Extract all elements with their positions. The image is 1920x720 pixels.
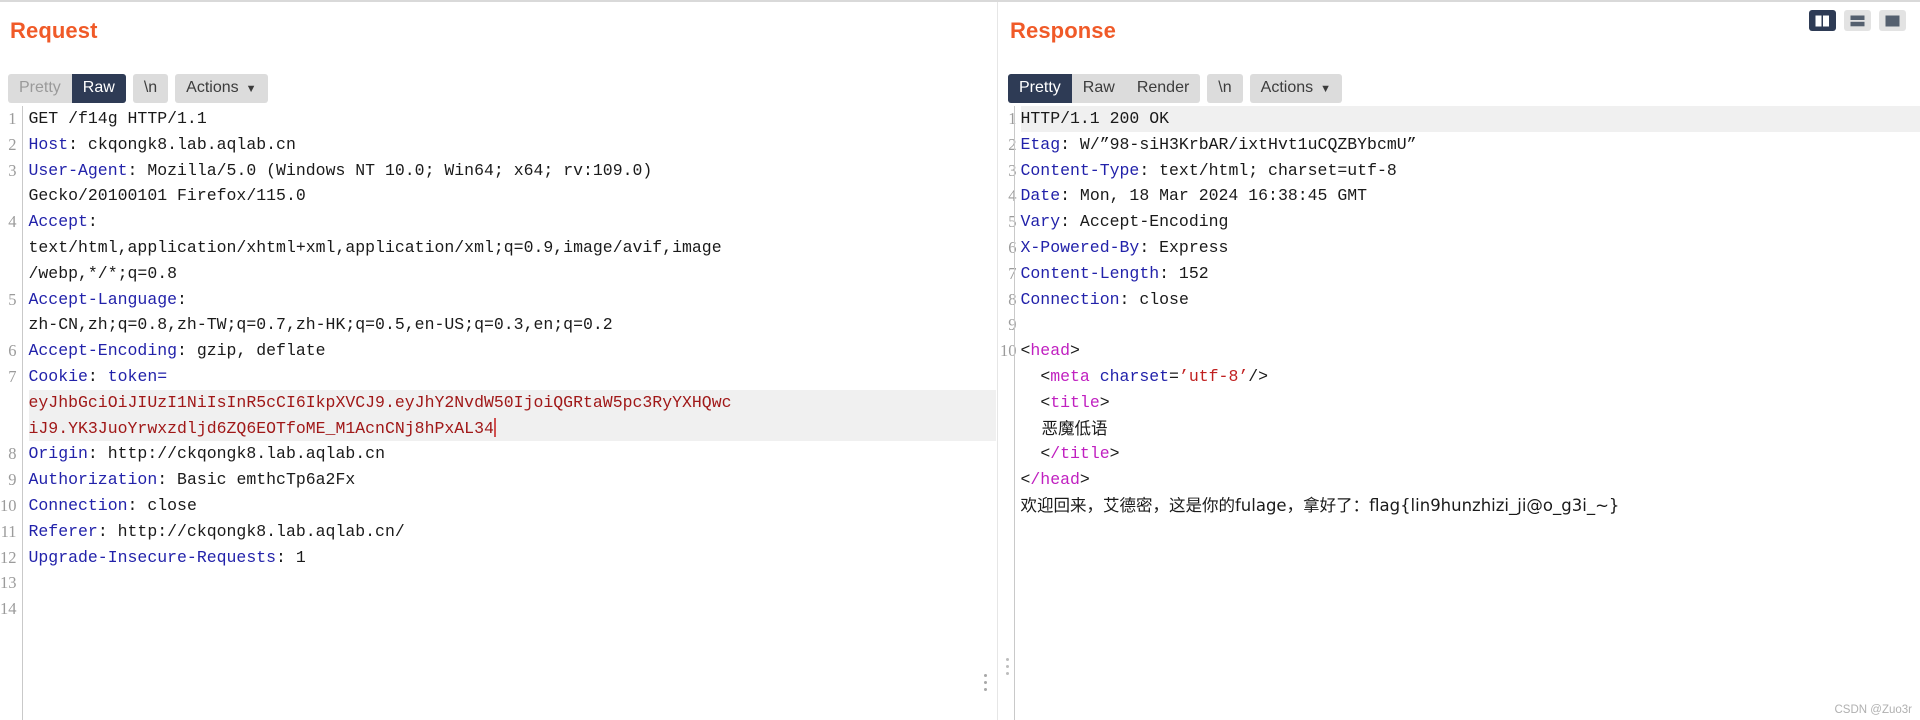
code-line: </title>	[1040, 444, 1120, 464]
line-number	[0, 416, 17, 442]
request-newline-button[interactable]: \n	[132, 74, 169, 103]
response-newline-button[interactable]: \n	[1207, 74, 1243, 103]
line-number	[0, 235, 17, 261]
line-number: 6	[8, 341, 17, 361]
code-line: Authorization: Basic emthcTp6a2Fx	[28, 470, 356, 490]
request-title: Request	[10, 18, 98, 43]
response-tab-pretty[interactable]: Pretty	[1008, 74, 1072, 103]
code-line: <head>	[1020, 341, 1080, 361]
response-newline-label: \n	[1218, 79, 1232, 96]
response-toolbar: Pretty Raw Render \n Actions ▼	[1008, 74, 1342, 103]
code-line: Connection: close	[28, 495, 197, 515]
chevron-down-icon: ▼	[245, 82, 257, 95]
code-line: </head>	[1020, 470, 1090, 490]
response-actions-button[interactable]: Actions ▼	[1249, 74, 1342, 103]
code-line: Referer: http://ckqongk8.lab.aqlab.cn/	[28, 521, 405, 541]
code-line: <title>	[1040, 392, 1110, 412]
line-number: 5	[8, 289, 17, 309]
response-actions-label: Actions	[1260, 79, 1314, 96]
request-editor[interactable]: 1 2 3 4 5 6 7 8 9 10 11 12 13 14 GET /f14g HTTP/1.1 Ho…	[0, 106, 999, 720]
code-line: Host: ckqongk8.lab.aqlab.cn	[28, 134, 296, 154]
line-number: 2	[8, 134, 17, 154]
chevron-down-icon: ▼	[1320, 82, 1331, 95]
request-tab-pretty[interactable]: Pretty	[8, 74, 72, 103]
response-view-mode-group: Pretty Raw Render	[1008, 74, 1201, 103]
line-number: 8	[8, 444, 17, 464]
code-line: Accept:	[28, 212, 98, 232]
code-line: Accept-Encoding: gzip, deflate	[28, 341, 326, 361]
line-number	[0, 183, 17, 209]
line-number: 7	[8, 366, 17, 386]
line-number: 4	[8, 212, 17, 232]
line-number	[0, 312, 17, 338]
code-line: Origin: http://ckqongk8.lab.aqlab.cn	[28, 444, 385, 464]
request-actions-button[interactable]: Actions ▼	[175, 74, 268, 103]
code-line: Content-Type: text/html; charset=utf-8	[1020, 160, 1397, 180]
burp-message-editor: Request Pretty Raw \n Actions ▼ 12345678…	[0, 0, 1920, 720]
code-line: text/html,application/xhtml+xml,applicat…	[28, 237, 722, 257]
line-number	[0, 261, 17, 287]
response-title: Response	[1010, 18, 1116, 43]
response-resize-grip[interactable]	[1006, 658, 1010, 675]
code-line: /webp,*/*;q=0.8	[28, 263, 178, 283]
request-actions-label: Actions	[186, 79, 239, 96]
request-pane: Request Pretty Raw \n Actions ▼ 12345678…	[0, 2, 999, 720]
watermark: CSDN @Zuo3r	[1834, 704, 1913, 716]
line-number: 12	[0, 547, 17, 567]
response-tab-render[interactable]: Render	[1126, 74, 1200, 103]
code-line: 欢迎回来，艾德密，这是你的fulage，拿好了：flag{lin9hunzhiz…	[1020, 495, 1620, 515]
code-line: <meta charset=’utf-8’/>	[1040, 366, 1269, 386]
code-line: X-Powered-By: Express	[1020, 237, 1229, 257]
code-line: Upgrade-Insecure-Requests: 1	[28, 547, 306, 567]
code-line: Cookie: token=	[28, 366, 168, 386]
request-line-numbers: 1 2 3 4 5 6 7 8 9 10 11 12 13 14	[0, 106, 22, 720]
code-line: Date: Mon, 18 Mar 2024 16:38:45 GMT	[1020, 186, 1368, 206]
code-line: GET /f14g HTTP/1.1	[28, 109, 207, 128]
request-view-mode-group: Pretty Raw	[8, 74, 126, 103]
line-number: 11	[0, 521, 17, 541]
code-line: Etag: W/”98-siH3KrbAR/ixtHvt1uCQZBYbcmU”	[1020, 134, 1417, 154]
code-line: Content-Length: 152	[1020, 263, 1209, 283]
code-line: Accept-Language:	[28, 289, 187, 309]
response-editor[interactable]: 1 2 3 4 5 6 7 8 9 10 HTTP/1.1 200 OK Etag: W/”98-s…	[1000, 106, 1920, 720]
line-number: 1	[8, 109, 17, 128]
code-line: Vary: Accept-Encoding	[1020, 212, 1229, 232]
line-number: 10	[0, 495, 17, 515]
code-line: 恶魔低语	[1020, 418, 1108, 438]
request-resize-grip[interactable]	[984, 674, 988, 691]
line-number: 13	[0, 573, 17, 593]
code-line: Gecko/20100101 Firefox/115.0	[28, 186, 306, 206]
code-line: Connection: close	[1020, 289, 1189, 309]
request-tab-raw[interactable]: Raw	[71, 74, 126, 103]
code-line: User-Agent: Mozilla/5.0 (Windows NT 10.0…	[28, 160, 653, 180]
line-number: 9	[8, 470, 17, 490]
line-number: 3	[8, 160, 17, 180]
code-line: HTTP/1.1 200 OK	[1020, 106, 1920, 132]
response-pane: Response Pretty Raw Render \n Actions ▼ …	[1000, 2, 1920, 720]
request-code[interactable]: GET /f14g HTTP/1.1 Host: ckqongk8.lab.aql…	[21, 106, 1000, 720]
response-tab-raw[interactable]: Raw	[1072, 74, 1126, 103]
request-toolbar: Pretty Raw \n Actions ▼	[8, 74, 268, 103]
line-number: 14	[0, 599, 17, 619]
code-line: zh-CN,zh;q=0.8,zh-TW;q=0.7,zh-HK;q=0.5,e…	[28, 315, 613, 335]
response-code[interactable]: HTTP/1.1 200 OK Etag: W/”98-siH3KrbAR/ixt…	[1013, 106, 1920, 720]
request-newline-label: \n	[143, 79, 158, 96]
line-number	[0, 390, 17, 416]
code-line: iJ9.YK3JuoYrwxzdljd6ZQ6EOTfoME_M1AcnCNj8…	[28, 415, 999, 442]
code-line: eyJhbGciOiJIUzI1NiIsInR5cCI6IkpXVCJ9.eyJ…	[28, 389, 999, 416]
